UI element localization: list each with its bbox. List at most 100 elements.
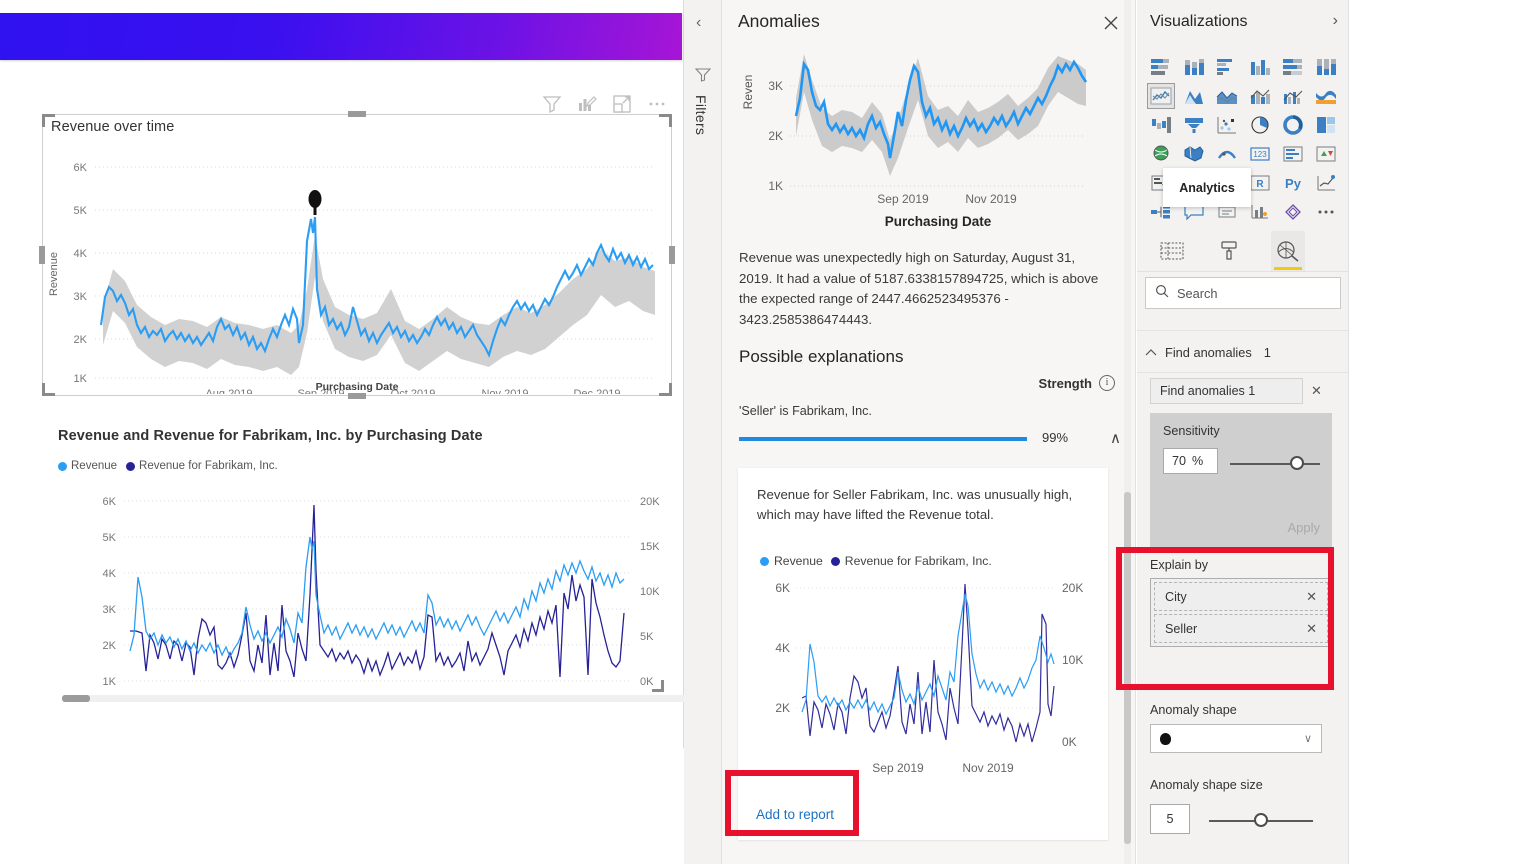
filled-map-icon[interactable] <box>1180 141 1208 167</box>
focus-mode-icon[interactable] <box>612 94 632 114</box>
svg-text:20K: 20K <box>1062 581 1083 595</box>
waterfall-chart-icon[interactable] <box>1147 112 1175 138</box>
anomaly-description: Revenue was unexpectedly high on Saturda… <box>739 250 1099 327</box>
close-icon[interactable] <box>1100 12 1122 34</box>
clustered-column-chart-icon[interactable] <box>1246 54 1274 80</box>
scrollbar-thumb[interactable] <box>62 695 90 702</box>
divider <box>1137 330 1348 331</box>
explain-by-field-city[interactable]: City ✕ <box>1154 582 1328 611</box>
svg-text:Revenue: Revenue <box>48 252 60 296</box>
svg-text:3K: 3K <box>768 79 783 93</box>
edit-visual-icon[interactable] <box>577 94 597 114</box>
search-field[interactable] <box>1145 277 1341 309</box>
remove-field-icon[interactable]: ✕ <box>1306 589 1317 605</box>
legend-label-fabrikam: Revenue for Fabrikam, Inc. <box>139 460 278 472</box>
analytics-tooltip: Analytics <box>1163 168 1251 207</box>
svg-text:6K: 6K <box>74 162 88 174</box>
anomaly-shape-dropdown[interactable]: ∨ <box>1150 724 1322 753</box>
collapse-chevron-icon[interactable]: ‹ <box>696 14 701 32</box>
pie-chart-icon[interactable] <box>1246 112 1274 138</box>
legend-item-fabrikam: Revenue for Fabrikam, Inc. <box>126 460 278 472</box>
resize-handle-br-visual2[interactable] <box>652 680 664 692</box>
expand-pane-chevron-icon[interactable]: › <box>1333 12 1338 30</box>
more-visuals-icon[interactable] <box>1312 199 1340 225</box>
resize-handle-top[interactable] <box>348 111 366 117</box>
explain-by-label: Explain by <box>1150 558 1209 572</box>
visual1-x-axis-title: Purchasing Date <box>315 381 399 393</box>
line-stacked-column-chart-icon[interactable] <box>1246 83 1274 109</box>
remove-field-icon[interactable]: ✕ <box>1306 621 1317 637</box>
tab-analytics[interactable] <box>1271 230 1305 271</box>
line-chart-icon[interactable] <box>1147 83 1175 109</box>
visual-revenue-over-time[interactable]: Revenue over time Revenue 6K 5K 4K 3K 2K 1K <box>39 111 675 399</box>
find-anomalies-section-header[interactable]: Find anomalies 1 <box>1145 339 1341 365</box>
map-icon[interactable] <box>1147 141 1175 167</box>
find-anomalies-item[interactable]: Find anomalies 1 <box>1150 378 1303 404</box>
info-icon[interactable]: i <box>1099 375 1115 391</box>
funnel-chart-icon[interactable] <box>1180 112 1208 138</box>
chevron-down-icon[interactable]: ∨ <box>1304 732 1312 745</box>
scatter-chart-icon[interactable] <box>1213 112 1241 138</box>
sensitivity-input[interactable]: 70 % <box>1163 448 1218 474</box>
tab-fields[interactable] <box>1155 231 1189 271</box>
explain-by-field-seller[interactable]: Seller ✕ <box>1154 614 1328 643</box>
visual2-plot: 6K5K4K 3K2K1K 20K15K10K 5K0K Aug 2019 <box>103 496 661 688</box>
svg-text:20K: 20K <box>640 496 660 508</box>
arcgis-map-icon[interactable] <box>1213 141 1241 167</box>
stacked-column-chart-icon[interactable] <box>1180 54 1208 80</box>
100-stacked-column-chart-icon[interactable] <box>1312 54 1340 80</box>
anomaly-shape-label: Anomaly shape <box>1150 703 1237 717</box>
pane-tab-strip <box>1137 230 1348 272</box>
add-to-report-link[interactable]: Add to report <box>756 807 834 822</box>
resize-handle-tr[interactable] <box>659 114 672 127</box>
svg-text:10K: 10K <box>1062 653 1083 667</box>
svg-text:2K: 2K <box>768 129 783 143</box>
anomaly-shape-size-slider[interactable] <box>1209 812 1313 828</box>
line-clustered-column-chart-icon[interactable] <box>1279 83 1307 109</box>
key-influencers-icon[interactable] <box>1312 170 1340 196</box>
stacked-bar-chart-icon[interactable] <box>1147 54 1175 80</box>
chevron-up-icon[interactable]: ∧ <box>1110 429 1121 447</box>
anomalies-scrollbar-thumb[interactable] <box>1124 492 1131 844</box>
filter-icon[interactable] <box>694 67 712 83</box>
svg-text:5K: 5K <box>74 205 88 217</box>
remove-anomalies-icon[interactable]: ✕ <box>1311 383 1322 399</box>
multi-row-card-icon[interactable] <box>1279 141 1307 167</box>
visual-revenue-and-fabrikam[interactable]: Revenue and Revenue for Fabrikam, Inc. b… <box>42 410 710 710</box>
tab-format[interactable] <box>1213 231 1247 271</box>
card-icon[interactable]: 123 <box>1246 141 1274 167</box>
report-canvas: Revenue over time Revenue 6K 5K 4K 3K 2K 1K <box>0 0 710 748</box>
more-options-icon[interactable] <box>647 94 667 114</box>
treemap-icon[interactable] <box>1312 112 1340 138</box>
explanation-card: Revenue for Seller Fabrikam, Inc. was un… <box>738 468 1108 840</box>
find-anomalies-count: 1 <box>1263 344 1271 360</box>
visual2-legend: Revenue Revenue for Fabrikam, Inc. <box>58 460 278 472</box>
sensitivity-card: Sensitivity 70 % Apply <box>1150 413 1332 548</box>
power-apps-icon[interactable] <box>1279 199 1307 225</box>
svg-text:2K: 2K <box>103 640 117 652</box>
find-anomalies-label: Find anomalies <box>1165 344 1252 360</box>
explain-by-field-well[interactable]: City ✕ Seller ✕ <box>1150 578 1332 647</box>
right-background <box>1349 0 1536 864</box>
clustered-bar-chart-icon[interactable] <box>1213 54 1241 80</box>
svg-text:15K: 15K <box>640 541 660 553</box>
svg-text:4K: 4K <box>103 568 117 580</box>
donut-chart-icon[interactable] <box>1279 112 1307 138</box>
sensitivity-value: 70 <box>1172 454 1187 468</box>
apply-button[interactable]: Apply <box>1287 520 1320 535</box>
svg-text:2K: 2K <box>775 701 790 715</box>
anomaly-shape-size-input[interactable]: 5 <box>1150 804 1190 834</box>
visualizations-pane: Visualizations › 123 R Py Search Find an… <box>1137 0 1349 864</box>
filter-icon[interactable] <box>542 94 562 114</box>
kpi-icon[interactable] <box>1312 141 1340 167</box>
sensitivity-slider[interactable] <box>1230 455 1320 471</box>
ribbon-chart-icon[interactable] <box>1312 83 1340 109</box>
canvas-horizontal-scrollbar[interactable] <box>62 695 710 702</box>
svg-text:Purchasing Date: Purchasing Date <box>885 214 992 229</box>
search-input[interactable] <box>1177 285 1327 301</box>
py-script-icon[interactable]: Py <box>1279 170 1307 196</box>
svg-text:3K: 3K <box>74 291 88 303</box>
100-stacked-bar-chart-icon[interactable] <box>1279 54 1307 80</box>
stacked-area-chart-icon[interactable] <box>1213 83 1241 109</box>
area-chart-icon[interactable] <box>1180 83 1208 109</box>
